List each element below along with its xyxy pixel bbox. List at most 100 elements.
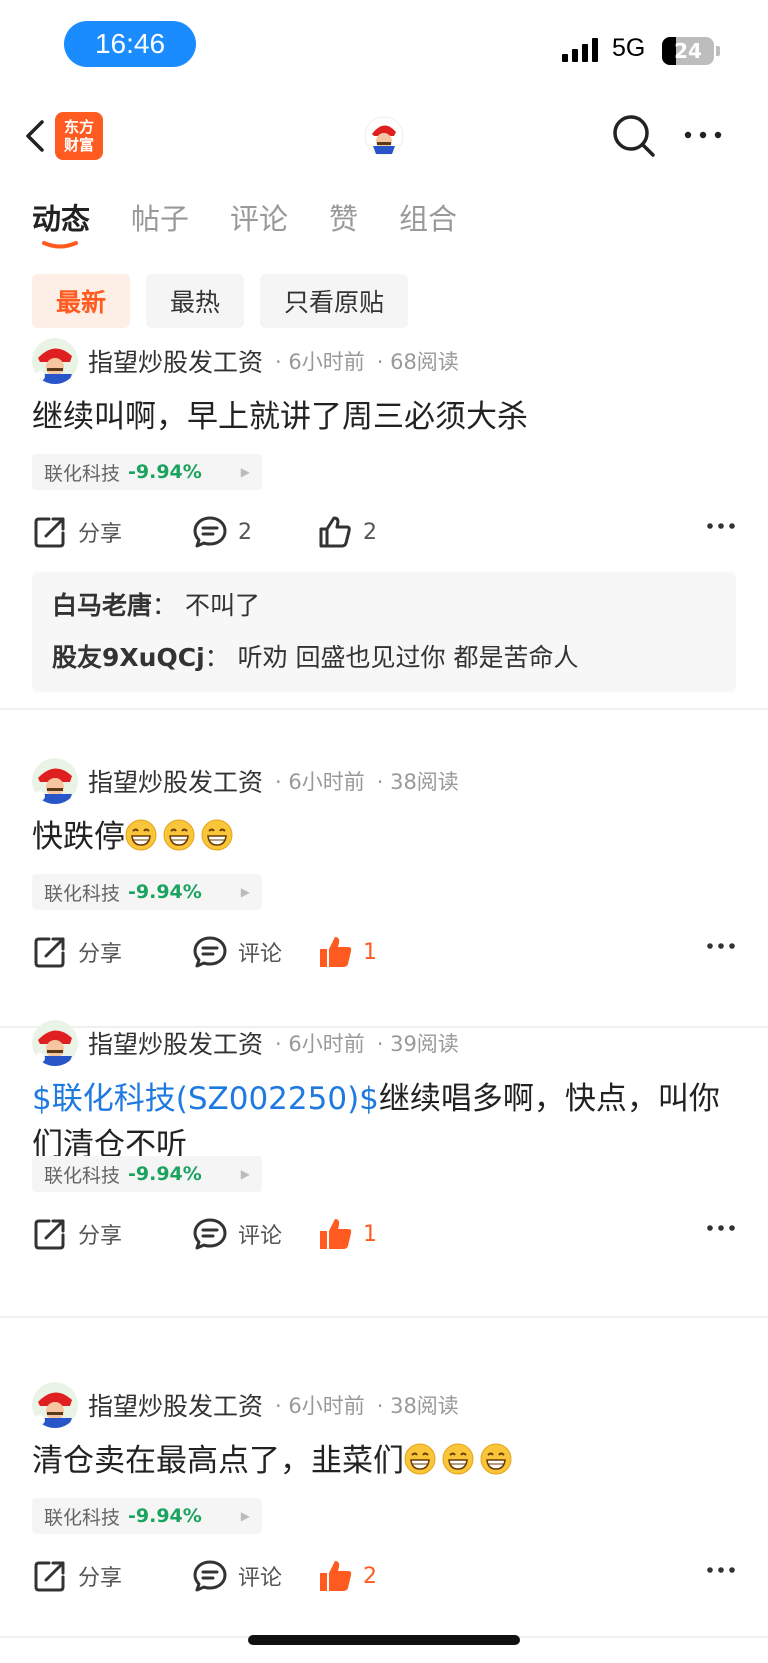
- share-button[interactable]: 分享: [32, 1558, 192, 1594]
- like-count: 1: [363, 939, 377, 965]
- stock-tag[interactable]: 联化科技 -9.94% ▶: [32, 454, 262, 490]
- share-button[interactable]: 分享: [32, 1216, 192, 1252]
- tag-arrow-icon: ▶: [240, 1167, 250, 1181]
- app-logo[interactable]: 东方 财富: [55, 112, 103, 160]
- post-item[interactable]: 指望炒股发工资 · 6小时前 · 38阅读 清仓卖在最高点了，韭菜们 联化科技 -…: [0, 1380, 768, 1638]
- post-item[interactable]: 指望炒股发工资 · 6小时前 · 39阅读 $联化科技(SZ002250)$继续…: [0, 1018, 768, 1318]
- reply-sep: ：: [152, 591, 178, 620]
- like-button[interactable]: 2: [317, 1558, 477, 1594]
- stock-tag[interactable]: 联化科技 -9.94% ▶: [32, 1156, 262, 1192]
- filter-bar: 最新 最热 只看原贴: [32, 274, 409, 328]
- search-icon[interactable]: [610, 112, 658, 160]
- more-dots-icon[interactable]: [706, 1566, 736, 1574]
- grin-emoji-icon: [125, 819, 157, 851]
- stock-change: -9.94%: [128, 1163, 202, 1185]
- post-item[interactable]: 指望炒股发工资 · 6小时前 · 68阅读 继续叫啊，早上就讲了周三必须大杀 联…: [0, 336, 768, 710]
- grin-emoji-icon: [163, 819, 195, 851]
- author-name[interactable]: 指望炒股发工资: [88, 763, 263, 799]
- more-icon[interactable]: [682, 128, 724, 142]
- back-icon[interactable]: [18, 112, 58, 160]
- post-actions: 分享 2 2: [32, 510, 736, 554]
- stock-name: 联化科技: [44, 882, 121, 905]
- comment-label: 评论: [238, 942, 283, 967]
- author-name[interactable]: 指望炒股发工资: [88, 1387, 263, 1423]
- post-time: · 6小时前: [275, 1032, 365, 1056]
- tab-dynamic[interactable]: 动态: [32, 196, 90, 238]
- like-count: 2: [363, 519, 377, 545]
- post-text[interactable]: 快跌停: [32, 814, 732, 860]
- author-name[interactable]: 指望炒股发工资: [88, 1025, 263, 1061]
- tab-posts[interactable]: 帖子: [131, 196, 189, 238]
- author-avatar[interactable]: [32, 1382, 78, 1428]
- tab-likes[interactable]: 赞: [329, 196, 358, 238]
- more-dots-icon[interactable]: [706, 1224, 736, 1232]
- comment-button[interactable]: 评论: [192, 1216, 317, 1252]
- reply-text: 听劝 回盛也见过你 都是苦命人: [237, 643, 579, 672]
- tag-arrow-icon: ▶: [240, 885, 250, 899]
- share-label: 分享: [78, 942, 123, 967]
- share-icon: [32, 934, 68, 970]
- more-dots-icon[interactable]: [706, 942, 736, 950]
- stock-tag[interactable]: 联化科技 -9.94% ▶: [32, 874, 262, 910]
- post-reads: · 38阅读: [376, 770, 459, 794]
- comment-button[interactable]: 评论: [192, 934, 317, 970]
- like-button[interactable]: 2: [317, 514, 477, 550]
- tab-bar: 动态 帖子 评论 赞 组合: [32, 196, 498, 238]
- post-text[interactable]: 清仓卖在最高点了，韭菜们: [32, 1438, 732, 1484]
- stock-change: -9.94%: [128, 461, 202, 483]
- author-avatar[interactable]: [32, 1020, 78, 1066]
- grin-emoji-icon: [404, 1443, 436, 1475]
- post-actions: 分享 评论 2: [32, 1554, 736, 1598]
- comment-icon: [192, 1216, 228, 1252]
- more-dots-icon[interactable]: [706, 522, 736, 530]
- share-button[interactable]: 分享: [32, 514, 192, 550]
- active-tab-indicator: [42, 241, 78, 249]
- comment-label: 评论: [238, 1224, 283, 1249]
- like-count: 2: [363, 1563, 377, 1589]
- post-reads: · 38阅读: [376, 1394, 459, 1418]
- stock-mention-link[interactable]: $联化科技(SZ002250)$: [32, 1081, 379, 1117]
- comment-button[interactable]: 评论: [192, 1558, 317, 1594]
- stock-name: 联化科技: [44, 462, 121, 485]
- network-label: 5G: [612, 34, 646, 62]
- post-text[interactable]: 继续叫啊，早上就讲了周三必须大杀: [32, 394, 732, 440]
- reply-preview[interactable]: 白马老唐： 不叫了 股友9XuQCj： 听劝 回盛也见过你 都是苦命人: [32, 572, 736, 692]
- share-label: 分享: [78, 1566, 123, 1591]
- reply-item: 白马老唐： 不叫了: [52, 580, 716, 632]
- grin-emoji-icon: [442, 1443, 474, 1475]
- grin-emoji-icon: [201, 819, 233, 851]
- comment-button[interactable]: 2: [192, 514, 317, 550]
- post-time: · 6小时前: [275, 350, 365, 374]
- like-count: 1: [363, 1221, 377, 1247]
- post-item[interactable]: 指望炒股发工资 · 6小时前 · 38阅读 快跌停 联化科技 -9.94% ▶ 分享…: [0, 756, 768, 1028]
- post-actions: 分享 评论 1: [32, 1212, 736, 1256]
- like-button[interactable]: 1: [317, 1216, 477, 1252]
- author-name[interactable]: 指望炒股发工资: [88, 343, 263, 379]
- logo-text-2: 财富: [63, 136, 94, 154]
- battery-level: 24: [674, 39, 702, 63]
- tag-arrow-icon: ▶: [240, 465, 250, 479]
- stock-change: -9.94%: [128, 881, 202, 903]
- stock-tag[interactable]: 联化科技 -9.94% ▶: [32, 1498, 262, 1534]
- filter-original-only[interactable]: 只看原贴: [260, 274, 409, 328]
- author-avatar[interactable]: [32, 338, 78, 384]
- tab-comments[interactable]: 评论: [230, 196, 288, 238]
- home-indicator[interactable]: [248, 1635, 520, 1645]
- stock-name: 联化科技: [44, 1506, 121, 1529]
- liked-icon: [317, 1558, 353, 1594]
- profile-avatar-icon[interactable]: [364, 116, 404, 156]
- post-header: 指望炒股发工资 · 6小时前 · 38阅读: [32, 1382, 459, 1428]
- filter-hot[interactable]: 最热: [146, 274, 245, 328]
- tab-portfolio[interactable]: 组合: [399, 196, 457, 238]
- stock-change: -9.94%: [128, 1505, 202, 1527]
- post-text-content: 快跌停: [32, 819, 125, 855]
- like-button[interactable]: 1: [317, 934, 477, 970]
- post-text[interactable]: $联化科技(SZ002250)$继续唱多啊，快点，叫你们清仓不听: [32, 1076, 732, 1168]
- share-button[interactable]: 分享: [32, 934, 192, 970]
- filter-latest[interactable]: 最新: [32, 274, 131, 328]
- author-avatar[interactable]: [32, 758, 78, 804]
- post-text-content: 继续叫啊，早上就讲了周三必须大杀: [32, 399, 528, 435]
- post-reads: · 39阅读: [376, 1032, 459, 1056]
- share-icon: [32, 1558, 68, 1594]
- comment-icon: [192, 934, 228, 970]
